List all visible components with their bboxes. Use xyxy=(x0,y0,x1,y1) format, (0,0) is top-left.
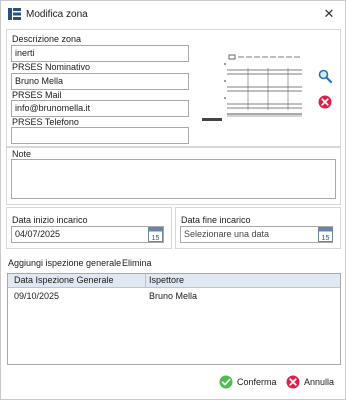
red-x-circle-icon xyxy=(286,375,300,389)
red-x-icon[interactable] xyxy=(318,95,332,109)
prses-mail-field[interactable]: info@brunomella.it xyxy=(11,100,189,117)
column-header-inspector[interactable]: Ispettore xyxy=(149,275,184,285)
magnifier-icon[interactable] xyxy=(318,69,332,83)
prses-name-label: PRSES Nominativo xyxy=(12,62,91,72)
floor-plan-thumbnail[interactable] xyxy=(200,50,306,126)
column-header-date[interactable]: Data Ispezione Generale xyxy=(14,275,114,285)
table-header: Data Ispezione Generale Ispettore xyxy=(8,274,340,288)
prses-phone-label: PRSES Telefono xyxy=(12,117,79,127)
delete-inspection-button[interactable]: Elimina xyxy=(122,258,152,268)
prses-phone-field[interactable] xyxy=(11,127,189,144)
prses-name-field[interactable]: Bruno Mella xyxy=(11,73,189,90)
calendar-day-text: 15 xyxy=(322,235,330,242)
notes-label: Note xyxy=(12,149,32,159)
prses-mail-label: PRSES Mail xyxy=(12,90,62,100)
table-row-date[interactable]: 09/10/2025 xyxy=(14,291,59,301)
inspections-table: Data Ispezione Generale Ispettore 09/10/… xyxy=(7,273,341,365)
description-label: Descrizione zona xyxy=(12,34,82,44)
title-bar: Modifica zona ✕ xyxy=(1,1,345,27)
table-icon xyxy=(8,8,21,20)
end-date-label: Data fine incarico xyxy=(181,215,251,225)
calendar-icon[interactable]: 15 xyxy=(318,227,333,242)
start-date-field[interactable]: 04/07/2025 xyxy=(11,226,164,243)
green-check-icon xyxy=(219,375,233,389)
description-field[interactable]: inerti xyxy=(11,45,189,62)
close-icon[interactable]: ✕ xyxy=(321,6,337,22)
cancel-label: Annulla xyxy=(304,377,335,387)
confirm-button[interactable]: Conferma xyxy=(219,373,279,391)
column-divider[interactable] xyxy=(145,274,146,288)
calendar-day-text: 15 xyxy=(152,235,160,242)
table-row-inspector[interactable]: Bruno Mella xyxy=(149,291,197,301)
end-date-field[interactable]: Selezionare una data xyxy=(180,226,333,243)
calendar-icon[interactable]: 15 xyxy=(148,227,163,242)
add-inspection-button[interactable]: Aggiungi ispezione generale xyxy=(8,258,121,268)
confirm-label: Conferma xyxy=(237,377,277,387)
start-date-label: Data inizio incarico xyxy=(12,215,88,225)
notes-textarea[interactable] xyxy=(11,159,336,199)
modifica-zona-dialog: Modifica zona ✕ Descrizione zona inerti … xyxy=(0,0,346,400)
cancel-button[interactable]: Annulla xyxy=(286,373,342,391)
window-title: Modifica zona xyxy=(26,9,88,20)
